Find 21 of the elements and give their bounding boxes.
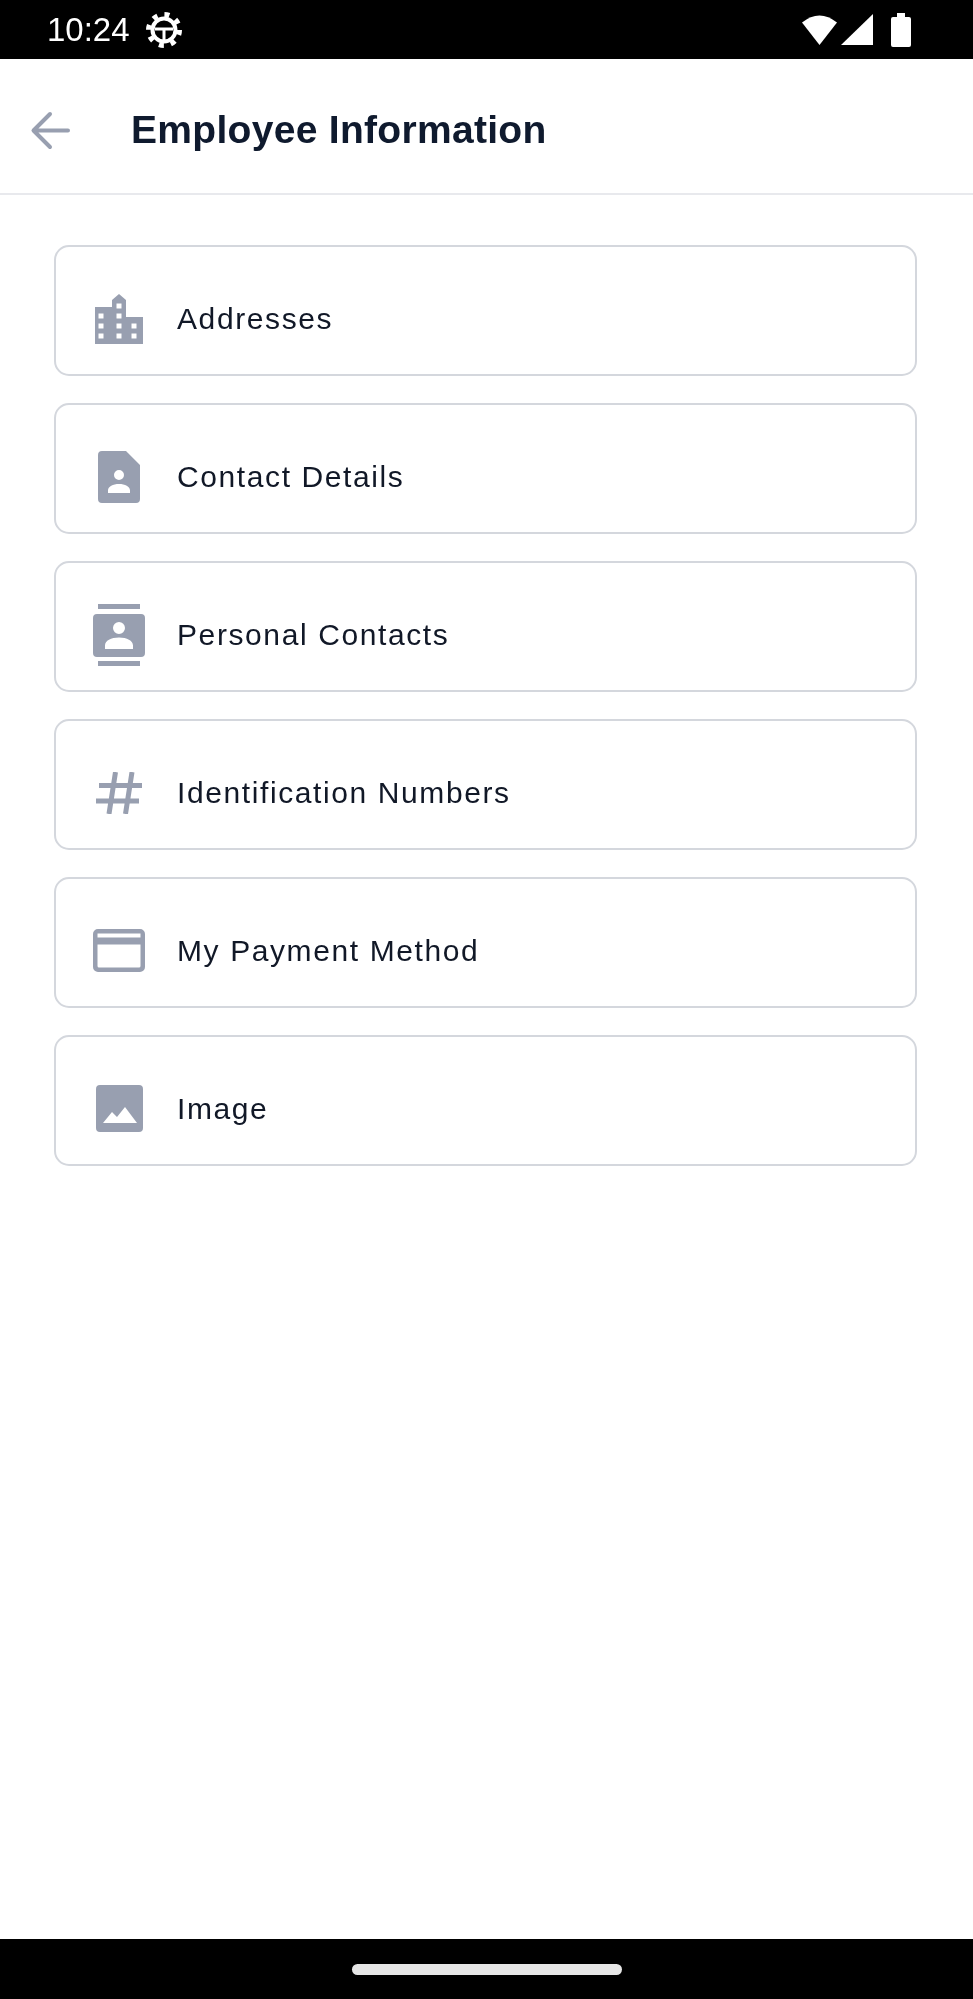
credit-card-icon [93, 929, 145, 972]
status-time: 10:24 [47, 13, 130, 46]
back-button[interactable] [30, 110, 70, 150]
signal-icon [841, 14, 873, 45]
screen-title: Employee Information [131, 106, 547, 153]
menu-item[interactable]: Addresses [54, 245, 917, 376]
battery-icon [891, 12, 911, 47]
hash-icon [96, 771, 142, 814]
wifi-icon [802, 14, 837, 45]
menu-item[interactable]: Image [54, 1035, 917, 1166]
menu-item[interactable]: Personal Contacts [54, 561, 917, 692]
home-handle[interactable] [351, 1963, 622, 1975]
gear-icon [145, 11, 182, 48]
image-icon [95, 1085, 143, 1132]
contact-document-icon [98, 450, 140, 503]
menu-item[interactable]: Contact Details [54, 403, 917, 534]
menu-item[interactable]: Identification Numbers [54, 719, 917, 850]
contact-book-icon [93, 603, 145, 666]
menu-item[interactable]: My Payment Method [54, 877, 917, 1008]
building-icon [95, 293, 143, 344]
back-arrow-icon [30, 110, 70, 150]
